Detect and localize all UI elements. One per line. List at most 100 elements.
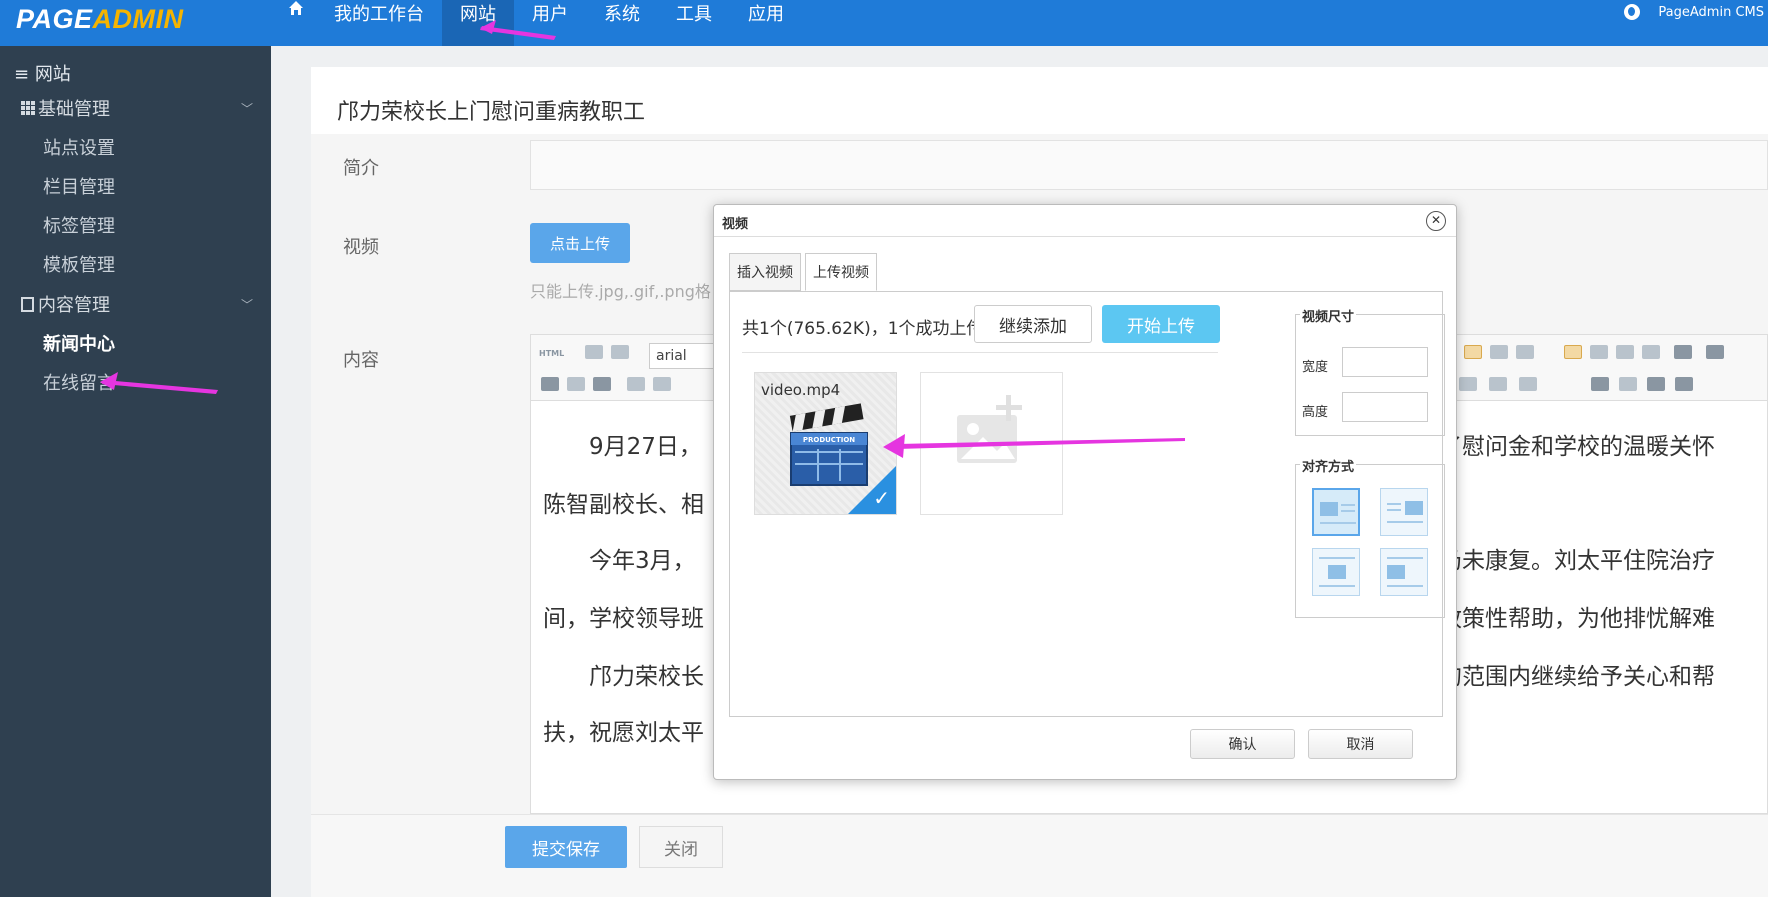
ltr-icon[interactable] xyxy=(1464,345,1482,359)
divider xyxy=(742,352,1218,353)
size-legend: 视频尺寸 xyxy=(1300,306,1357,325)
nav-workbench[interactable]: 我的工作台 xyxy=(316,0,442,46)
align-preview-line xyxy=(1387,557,1423,559)
search-replace-icon[interactable] xyxy=(1591,377,1609,391)
sidebar-group-basic[interactable]: 基础管理 ﹀ xyxy=(21,95,253,121)
align-preview-image xyxy=(1405,501,1423,515)
intro-textarea[interactable] xyxy=(530,140,1768,190)
site-name-link[interactable]: PageAdmin CMS xyxy=(1658,5,1764,20)
upload-video-button[interactable]: 点击上传 xyxy=(530,223,630,263)
table-col-icon[interactable] xyxy=(1519,377,1537,391)
top-bar: PAGEADMIN 我的工作台 网站 用户 系统 工具 应用 PageAdmin… xyxy=(0,0,1768,46)
home-icon[interactable] xyxy=(276,0,316,46)
anchor-icon[interactable] xyxy=(593,377,611,391)
align-preview-line xyxy=(1387,585,1423,587)
content-label: 内容 xyxy=(343,350,379,371)
close-button[interactable]: 关闭 xyxy=(639,826,723,868)
align-right-option[interactable] xyxy=(1380,488,1428,536)
sidebar-title-label: 网站 xyxy=(34,64,71,85)
grid-icon xyxy=(21,101,35,115)
sidebar-item-templates[interactable]: 模板管理 xyxy=(43,251,115,277)
table-icon[interactable] xyxy=(1459,377,1477,391)
align-preview-line xyxy=(1387,521,1423,523)
annotation-arrow-nav xyxy=(480,20,556,40)
align-preview-image xyxy=(1320,502,1338,516)
html-source-icon[interactable]: HTML xyxy=(539,349,564,358)
logo[interactable]: PAGEADMIN xyxy=(16,4,184,35)
editor-line: 9月27日， xyxy=(543,434,702,460)
align-right-icon[interactable] xyxy=(1616,345,1634,359)
font-size-up-icon[interactable] xyxy=(1674,345,1692,359)
chevron-down-icon: ﹀ xyxy=(240,101,253,116)
tab-insert-video[interactable]: 插入视频 xyxy=(729,253,801,291)
check-icon: ✓ xyxy=(873,486,890,510)
sidebar-item-columns[interactable]: 栏目管理 xyxy=(43,173,115,199)
start-upload-button[interactable]: 开始上传 xyxy=(1102,305,1220,343)
align-preview-image xyxy=(1328,565,1346,579)
sidebar-item-news-center[interactable]: 新闻中心 xyxy=(43,330,115,356)
sidebar-item-site-settings[interactable]: 站点设置 xyxy=(43,134,115,160)
nav-apps[interactable]: 应用 xyxy=(730,0,802,46)
video-dialog: 视频 ✕ 插入视频 上传视频 共1个(765.62K)，1个成功上传 继续添加 … xyxy=(713,204,1457,780)
rtl-icon[interactable] xyxy=(1490,345,1508,359)
home-icon-svg xyxy=(289,1,303,15)
align-none-option[interactable] xyxy=(1380,548,1428,596)
sidebar-group-label: 内容管理 xyxy=(38,295,110,316)
sidebar-group-label: 基础管理 xyxy=(38,99,110,120)
align-left-option[interactable] xyxy=(1312,488,1360,536)
font-size-down-icon[interactable] xyxy=(1706,345,1724,359)
uploaded-file-item[interactable]: video.mp4 PRODUCTION ✓ xyxy=(754,372,897,515)
document-icon xyxy=(21,296,34,312)
align-preview-line xyxy=(1387,509,1401,511)
width-input[interactable] xyxy=(1342,347,1428,377)
sidebar-group-content[interactable]: 内容管理 ﹀ xyxy=(21,291,253,317)
close-icon[interactable]: ✕ xyxy=(1426,211,1446,231)
align-preview-line xyxy=(1341,510,1355,512)
undo-icon[interactable] xyxy=(585,345,603,359)
height-input[interactable] xyxy=(1342,392,1428,422)
redo-icon[interactable] xyxy=(611,345,629,359)
annotation-arrow-sidebar xyxy=(100,372,218,394)
emotion-icon[interactable] xyxy=(653,377,671,391)
add-more-button[interactable]: 继续添加 xyxy=(974,305,1092,343)
editor-line: 仍未康复。刘太平住院治疗 xyxy=(1439,548,1715,574)
nav-system[interactable]: 系统 xyxy=(586,0,658,46)
align-preview-line xyxy=(1341,504,1355,506)
dialog-header: 视频 ✕ xyxy=(714,205,1456,237)
align-left-icon[interactable] xyxy=(1564,345,1582,359)
confirm-button[interactable]: 确认 xyxy=(1190,729,1295,759)
editor-line: 扶，祝愿刘太平 xyxy=(543,720,704,746)
print-icon[interactable] xyxy=(1647,377,1665,391)
align-justify-icon[interactable] xyxy=(1642,345,1660,359)
nav-tools[interactable]: 工具 xyxy=(658,0,730,46)
submit-save-button[interactable]: 提交保存 xyxy=(505,826,627,868)
clapboard-label: PRODUCTION xyxy=(803,436,855,444)
editor-line: 政策性帮助，为他排忧解难 xyxy=(1439,606,1715,632)
unlink-icon[interactable] xyxy=(567,377,585,391)
image-icon[interactable] xyxy=(627,377,645,391)
globe-icon[interactable] xyxy=(1624,4,1641,20)
chevron-down-icon: ﹀ xyxy=(240,297,253,312)
sidebar-item-tags[interactable]: 标签管理 xyxy=(43,212,115,238)
align-preview-line xyxy=(1387,503,1401,505)
tab-upload-video[interactable]: 上传视频 xyxy=(805,253,877,291)
page-title: 邝力荣校长上门慰问重病教职工 xyxy=(337,100,646,125)
align-preview-image xyxy=(1387,565,1405,579)
align-center-icon[interactable] xyxy=(1590,345,1608,359)
upload-status: 共1个(765.62K)，1个成功上传 xyxy=(742,319,984,339)
indent-icon[interactable] xyxy=(1516,345,1534,359)
editor-line: 的范围内继续给予关心和帮 xyxy=(1439,664,1715,690)
align-preview-line xyxy=(1319,585,1355,587)
intro-label: 简介 xyxy=(343,158,379,179)
logo-text-main: PAGE xyxy=(16,4,93,34)
annotation-arrow-file xyxy=(883,434,1185,458)
preview-icon[interactable] xyxy=(1675,377,1693,391)
editor-line: 今年3月， xyxy=(543,548,696,574)
align-center-option[interactable] xyxy=(1312,548,1360,596)
cancel-button[interactable]: 取消 xyxy=(1308,729,1413,759)
upload-hint: 只能上传.jpg,.gif,.png格 xyxy=(530,282,711,301)
table-row-icon[interactable] xyxy=(1489,377,1507,391)
align-preview-line xyxy=(1320,522,1356,524)
link-icon[interactable] xyxy=(541,377,559,391)
template-icon[interactable] xyxy=(1619,377,1637,391)
